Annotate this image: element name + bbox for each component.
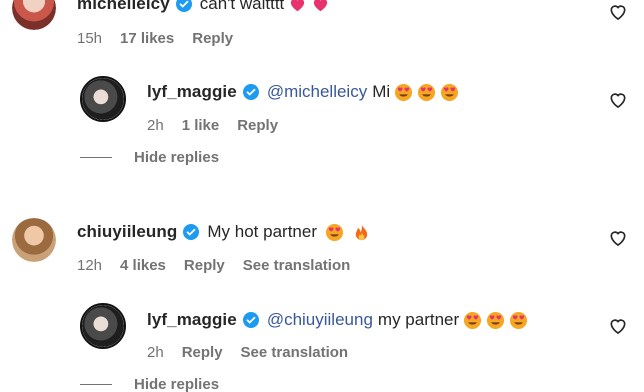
comment-text: can't waitttt xyxy=(199,0,285,13)
username[interactable]: chiuyiileung xyxy=(77,222,177,242)
heart-eyes-emoji xyxy=(510,311,528,329)
username[interactable]: lyf_maggie xyxy=(147,310,237,330)
verified-badge-icon xyxy=(183,224,200,240)
mention-link[interactable]: @michelleicy xyxy=(267,82,367,102)
heart-emoji xyxy=(314,0,328,11)
heart-eyes-emoji xyxy=(395,83,413,101)
heart-eyes-emoji xyxy=(487,311,505,329)
heart-eyes-emoji xyxy=(325,223,344,241)
hide-replies-label: Hide replies xyxy=(134,376,220,392)
comment-text: Mi xyxy=(372,82,391,101)
divider xyxy=(80,157,112,158)
likes-count[interactable]: 17 likes xyxy=(120,30,174,47)
avatar[interactable] xyxy=(12,0,56,30)
comment-time: 12h xyxy=(77,257,103,274)
avatar[interactable] xyxy=(80,303,126,349)
verified-badge-icon xyxy=(242,84,259,100)
like-heart-icon[interactable] xyxy=(608,90,628,110)
see-translation-button[interactable]: See translation xyxy=(243,257,351,274)
avatar[interactable] xyxy=(80,76,126,122)
hide-replies-label: Hide replies xyxy=(134,149,220,166)
reply-button[interactable]: Reply xyxy=(182,344,223,361)
heart-eyes-emoji xyxy=(464,311,482,329)
heart-emoji xyxy=(291,0,305,11)
likes-count[interactable]: 1 like xyxy=(182,117,220,134)
comment-time: 2h xyxy=(147,344,164,361)
like-heart-icon[interactable] xyxy=(608,2,628,22)
verified-badge-icon xyxy=(175,0,192,12)
comment-time: 2h xyxy=(147,117,164,134)
comment-text: my partner xyxy=(377,310,460,329)
avatar[interactable] xyxy=(12,218,56,262)
comment-time: 15h xyxy=(77,30,103,47)
heart-eyes-emoji xyxy=(441,83,459,101)
reply-button[interactable]: Reply xyxy=(184,257,225,274)
comment-text: My hot partner xyxy=(207,222,317,241)
fire-emoji xyxy=(355,223,368,240)
reply-button[interactable]: Reply xyxy=(192,30,233,47)
like-heart-icon[interactable] xyxy=(608,316,628,336)
hide-replies-button[interactable]: Hide replies xyxy=(80,376,219,392)
hide-replies-button[interactable]: Hide replies xyxy=(80,149,219,166)
mention-link[interactable]: @chiuyiileung xyxy=(267,310,373,330)
reply-button[interactable]: Reply xyxy=(237,117,278,134)
see-translation-button[interactable]: See translation xyxy=(241,344,349,361)
username[interactable]: lyf_maggie xyxy=(147,82,237,102)
verified-badge-icon xyxy=(242,312,259,328)
username[interactable]: michelleicy xyxy=(77,0,170,14)
heart-eyes-emoji xyxy=(418,83,436,101)
divider xyxy=(80,384,112,385)
like-heart-icon[interactable] xyxy=(608,228,628,248)
likes-count[interactable]: 4 likes xyxy=(120,257,166,274)
